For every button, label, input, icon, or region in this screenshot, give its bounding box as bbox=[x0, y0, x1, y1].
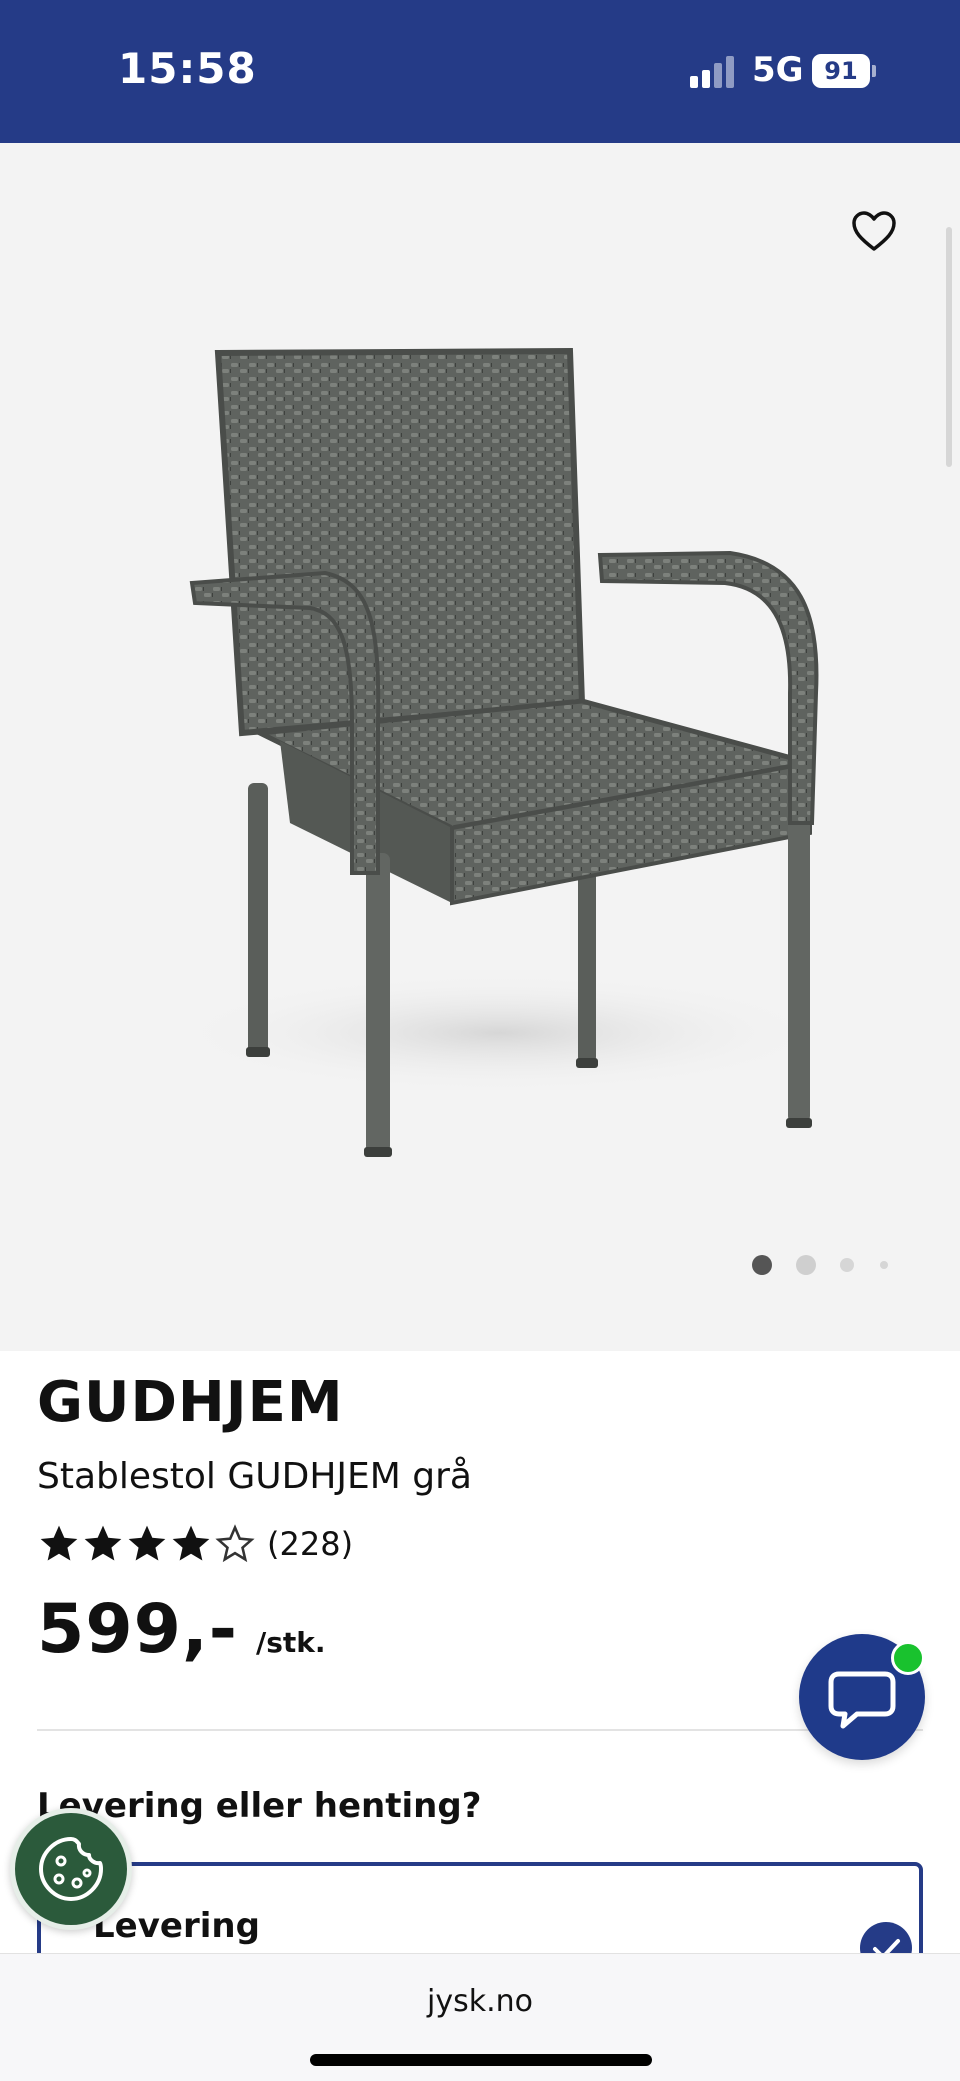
chat-online-indicator bbox=[891, 1641, 925, 1675]
star-filled-icon bbox=[172, 1525, 210, 1561]
price-row: 599,- /stk. bbox=[37, 1590, 326, 1669]
cookie-settings-button[interactable] bbox=[10, 1808, 132, 1930]
product-subtitle: Stablestol GUDHJEM grå bbox=[37, 1456, 472, 1497]
product-title: GUDHJEM bbox=[37, 1370, 344, 1435]
home-indicator[interactable] bbox=[310, 2054, 652, 2066]
product-price: 599,- bbox=[37, 1590, 238, 1669]
scroll-indicator bbox=[946, 227, 952, 467]
star-filled-icon bbox=[40, 1525, 78, 1561]
network-type: 5G bbox=[752, 50, 804, 90]
cookie-icon bbox=[39, 1837, 103, 1901]
product-image-chair[interactable] bbox=[140, 263, 840, 1213]
product-gallery[interactable] bbox=[0, 143, 960, 1351]
heart-outline-icon bbox=[852, 211, 896, 251]
gallery-dot-2[interactable] bbox=[796, 1255, 816, 1275]
gallery-dot-4[interactable] bbox=[880, 1261, 888, 1269]
browser-bottom-bar: jysk.no bbox=[0, 1953, 960, 2081]
wishlist-button[interactable] bbox=[848, 205, 900, 257]
star-filled-icon bbox=[128, 1525, 166, 1561]
gallery-dot-3[interactable] bbox=[840, 1258, 854, 1272]
gallery-dot-1[interactable] bbox=[752, 1255, 772, 1275]
battery-icon: 91 bbox=[812, 54, 876, 88]
review-count[interactable]: (228) bbox=[267, 1525, 353, 1563]
price-unit: /stk. bbox=[256, 1626, 326, 1659]
product-rating[interactable]: (228) bbox=[37, 1522, 353, 1566]
status-bar: 15:58 5G 91 bbox=[0, 0, 960, 143]
star-empty-icon bbox=[215, 1524, 255, 1563]
battery-level: 91 bbox=[812, 54, 870, 88]
status-time: 15:58 bbox=[118, 44, 257, 93]
product-page: 15:58 5G 91 GUDHJEM Stablestol GUDHJEM g… bbox=[0, 0, 960, 2081]
signal-strength-icon bbox=[690, 56, 734, 88]
section-divider bbox=[37, 1729, 923, 1731]
battery-cap bbox=[872, 65, 876, 77]
gallery-pagination bbox=[748, 1253, 898, 1277]
star-filled-icon bbox=[84, 1525, 122, 1561]
address-bar-url[interactable]: jysk.no bbox=[0, 1984, 960, 2019]
